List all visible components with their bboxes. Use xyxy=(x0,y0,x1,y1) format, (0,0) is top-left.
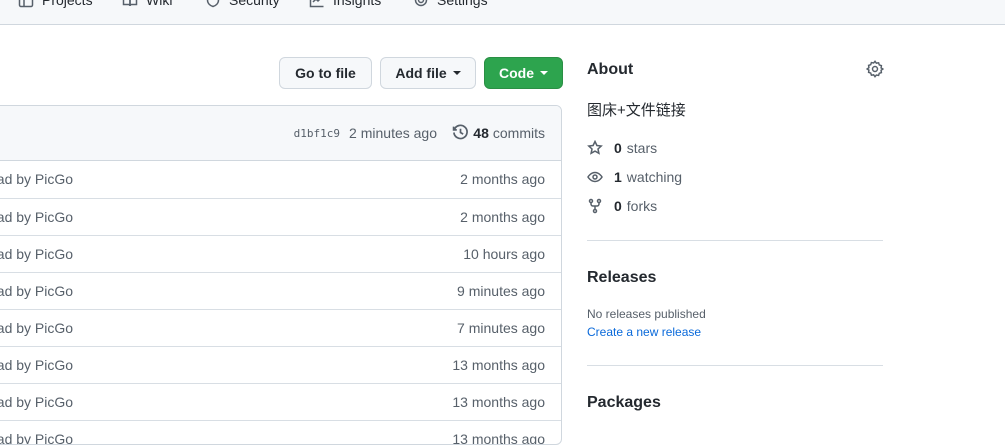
commit-count: 48 xyxy=(473,124,489,141)
repo-description: 图床+文件链接 xyxy=(587,102,686,119)
tab-label: Insights xyxy=(333,0,382,8)
tab-label: Settings xyxy=(437,0,488,8)
tab-security[interactable]: Security xyxy=(205,0,280,10)
file-commit-time: 13 months ago xyxy=(452,357,545,373)
watching-label: watching xyxy=(626,169,683,185)
file-commit-message[interactable]: Upload by PicGo xyxy=(0,283,73,299)
file-commit-message[interactable]: Upload by PicGo xyxy=(0,246,73,262)
gear-icon[interactable] xyxy=(866,60,884,78)
add-file-label: Add file xyxy=(395,65,447,81)
history-icon xyxy=(453,124,469,140)
file-commit-time: 2 months ago xyxy=(460,171,545,187)
add-file-button[interactable]: Add file xyxy=(380,57,476,89)
stars-label: stars xyxy=(626,140,658,156)
create-release-link[interactable]: Create a new release xyxy=(587,325,701,339)
stars-count: 0 xyxy=(614,140,622,156)
sidebar-divider xyxy=(587,365,883,366)
commit-sha[interactable]: d1bf1c9 xyxy=(294,127,340,140)
book-icon xyxy=(122,0,138,7)
chevron-down-icon xyxy=(540,71,548,75)
file-row[interactable]: Upload by PicGo 13 months ago xyxy=(0,346,561,383)
tab-label: Security xyxy=(229,0,280,8)
watching-link[interactable]: 1 watching xyxy=(587,168,682,186)
file-row[interactable]: Upload by PicGo 9 minutes ago xyxy=(0,272,561,309)
go-to-file-button[interactable]: Go to file xyxy=(279,57,372,89)
latest-commit-bar: d1bf1c9 2 minutes ago 48 commits xyxy=(0,106,561,161)
file-commit-message[interactable]: Upload by PicGo xyxy=(0,209,73,225)
file-commit-time: 9 minutes ago xyxy=(457,283,545,299)
file-row[interactable]: Upload by PicGo 2 months ago xyxy=(0,161,561,198)
file-commit-message[interactable]: Upload by PicGo xyxy=(0,431,73,444)
chevron-down-icon xyxy=(452,71,461,75)
fork-icon xyxy=(588,198,602,214)
file-row[interactable]: Upload by PicGo 7 minutes ago xyxy=(0,309,561,346)
file-commit-message[interactable]: Upload by PicGo xyxy=(0,320,73,336)
commit-count-label: commits xyxy=(492,124,545,141)
tab-settings[interactable]: Settings xyxy=(413,0,488,10)
file-commit-message[interactable]: Upload by PicGo xyxy=(0,394,73,410)
forks-link[interactable]: 0 forks xyxy=(587,197,657,215)
packages-title[interactable]: Packages xyxy=(587,394,661,412)
file-commit-time: 10 hours ago xyxy=(463,246,545,262)
code-label: Code xyxy=(499,65,534,81)
file-commit-time: 13 months ago xyxy=(452,394,545,410)
go-to-file-label: Go to file xyxy=(295,65,356,81)
tab-projects[interactable]: Projects xyxy=(18,0,93,10)
file-row[interactable]: Upload by PicGo 13 months ago xyxy=(0,383,561,420)
eye-icon xyxy=(587,171,603,183)
file-commit-time: 2 months ago xyxy=(460,209,545,225)
star-icon xyxy=(587,140,603,155)
watching-count: 1 xyxy=(614,169,622,185)
tab-label: Wiki xyxy=(146,0,173,8)
stars-link[interactable]: 0 stars xyxy=(587,139,657,157)
commits-link[interactable]: 48 commits xyxy=(452,124,545,141)
tab-insights[interactable]: Insights xyxy=(309,0,381,10)
commit-time: 2 minutes ago xyxy=(349,125,437,141)
graph-icon xyxy=(309,0,324,8)
project-icon xyxy=(18,0,34,8)
file-row[interactable]: Upload by PicGo 13 months ago xyxy=(0,420,561,445)
forks-label: forks xyxy=(626,198,658,214)
code-button[interactable]: Code xyxy=(484,57,563,89)
file-commit-time: 13 months ago xyxy=(452,431,545,445)
about-title: About xyxy=(587,61,634,78)
file-row[interactable]: Upload by PicGo 10 hours ago xyxy=(0,235,561,272)
no-releases-text: No releases published xyxy=(587,307,706,321)
repo-nav: Projects Wiki Security Insights Settings xyxy=(0,0,1005,25)
shield-icon xyxy=(206,0,220,8)
file-row[interactable]: Upload by PicGo 2 months ago xyxy=(0,198,561,235)
tab-wiki[interactable]: Wiki xyxy=(122,0,172,10)
releases-title[interactable]: Releases xyxy=(587,269,656,287)
file-commit-message[interactable]: Upload by PicGo xyxy=(0,171,73,187)
file-commit-message[interactable]: Upload by PicGo xyxy=(0,357,73,373)
forks-count: 0 xyxy=(614,198,622,214)
gear-icon xyxy=(414,0,428,7)
file-list: d1bf1c9 2 minutes ago 48 commits Upload … xyxy=(0,105,562,445)
tab-label: Projects xyxy=(42,0,93,8)
file-commit-time: 7 minutes ago xyxy=(457,320,545,336)
sidebar-divider xyxy=(587,240,883,241)
